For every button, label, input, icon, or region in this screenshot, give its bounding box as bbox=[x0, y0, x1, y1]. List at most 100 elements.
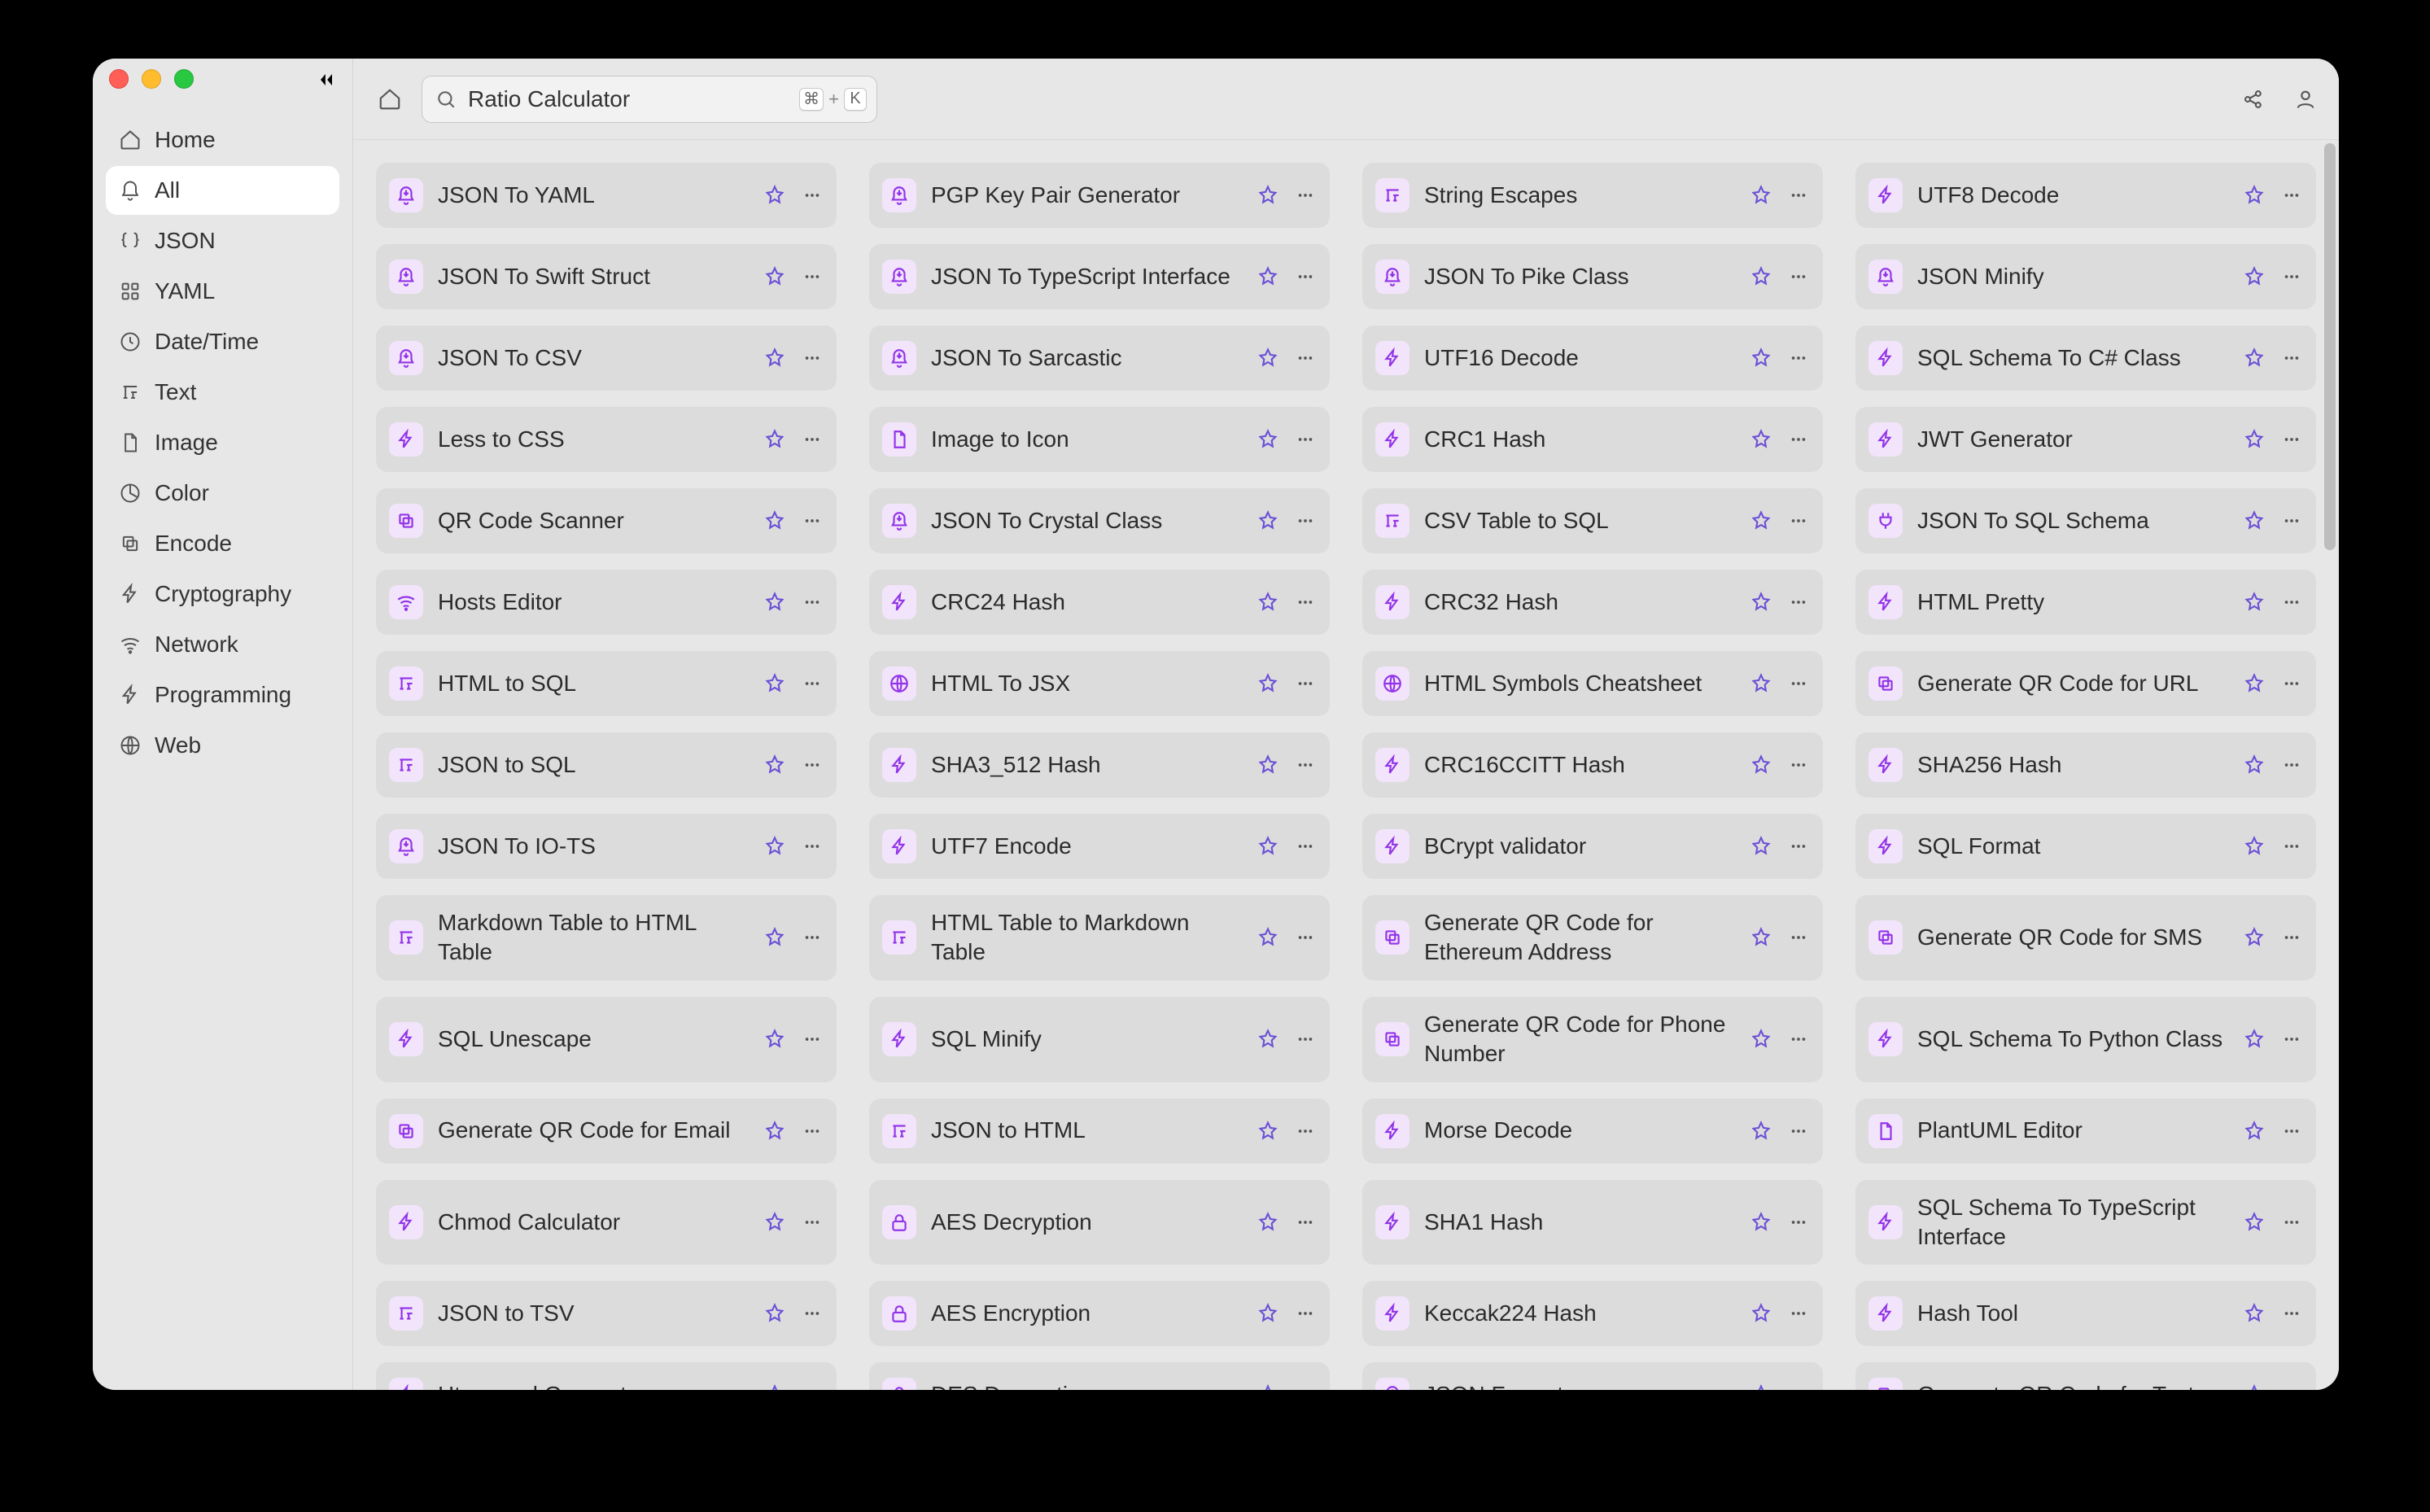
favorite-button[interactable] bbox=[1257, 1302, 1279, 1325]
tool-card[interactable]: HTML to SQL bbox=[376, 651, 837, 716]
close-window-button[interactable] bbox=[109, 69, 129, 89]
favorite-button[interactable] bbox=[763, 835, 786, 858]
tool-card[interactable]: JSON Format bbox=[1362, 1362, 1823, 1390]
favorite-button[interactable] bbox=[1750, 1120, 1772, 1143]
more-button[interactable] bbox=[1294, 835, 1317, 858]
sidebar-item-encode[interactable]: Encode bbox=[106, 519, 339, 568]
tool-card[interactable]: SHA3_512 Hash bbox=[869, 732, 1330, 798]
tool-card[interactable]: JSON to HTML bbox=[869, 1099, 1330, 1164]
favorite-button[interactable] bbox=[1750, 1302, 1772, 1325]
favorite-button[interactable] bbox=[2243, 1383, 2266, 1390]
tool-card[interactable]: Generate QR Code for Ethereum Address bbox=[1362, 895, 1823, 981]
more-button[interactable] bbox=[1294, 428, 1317, 451]
sidebar-item-cryptography[interactable]: Cryptography bbox=[106, 570, 339, 618]
more-button[interactable] bbox=[1294, 1120, 1317, 1143]
more-button[interactable] bbox=[801, 428, 824, 451]
more-button[interactable] bbox=[1787, 672, 1810, 695]
tool-card[interactable]: JSON To SQL Schema bbox=[1855, 488, 2316, 553]
more-button[interactable] bbox=[1294, 184, 1317, 207]
tool-card[interactable]: SHA256 Hash bbox=[1855, 732, 2316, 798]
tool-card[interactable]: CSV Table to SQL bbox=[1362, 488, 1823, 553]
favorite-button[interactable] bbox=[2243, 591, 2266, 614]
tool-card[interactable]: Generate QR Code for SMS bbox=[1855, 895, 2316, 981]
tool-card[interactable]: JSON To CSV bbox=[376, 326, 837, 391]
favorite-button[interactable] bbox=[1750, 926, 1772, 949]
search-box[interactable]: ⌘ + K bbox=[422, 76, 877, 123]
more-button[interactable] bbox=[1294, 347, 1317, 369]
tool-card[interactable]: SQL Unescape bbox=[376, 997, 837, 1082]
tool-card[interactable]: AES Decryption bbox=[869, 1180, 1330, 1265]
more-button[interactable] bbox=[1787, 591, 1810, 614]
more-button[interactable] bbox=[1787, 1211, 1810, 1234]
favorite-button[interactable] bbox=[763, 672, 786, 695]
tool-card[interactable]: SQL Schema To Python Class bbox=[1855, 997, 2316, 1082]
favorite-button[interactable] bbox=[763, 184, 786, 207]
tool-card[interactable]: HTML To JSX bbox=[869, 651, 1330, 716]
more-button[interactable] bbox=[1787, 265, 1810, 288]
tool-card[interactable]: Markdown Table to HTML Table bbox=[376, 895, 837, 981]
favorite-button[interactable] bbox=[763, 1211, 786, 1234]
tool-card[interactable]: SQL Format bbox=[1855, 814, 2316, 879]
more-button[interactable] bbox=[1787, 754, 1810, 776]
tool-card[interactable]: AES Encryption bbox=[869, 1281, 1330, 1346]
favorite-button[interactable] bbox=[2243, 347, 2266, 369]
favorite-button[interactable] bbox=[763, 591, 786, 614]
favorite-button[interactable] bbox=[1750, 1383, 1772, 1390]
favorite-button[interactable] bbox=[1257, 1028, 1279, 1051]
favorite-button[interactable] bbox=[2243, 428, 2266, 451]
tool-card[interactable]: JSON To IO-TS bbox=[376, 814, 837, 879]
favorite-button[interactable] bbox=[1257, 509, 1279, 532]
favorite-button[interactable] bbox=[2243, 265, 2266, 288]
tool-card[interactable]: PGP Key Pair Generator bbox=[869, 163, 1330, 228]
favorite-button[interactable] bbox=[1257, 835, 1279, 858]
more-button[interactable] bbox=[801, 835, 824, 858]
more-button[interactable] bbox=[1294, 1383, 1317, 1390]
more-button[interactable] bbox=[801, 509, 824, 532]
tool-card[interactable]: SQL Schema To TypeScript Interface bbox=[1855, 1180, 2316, 1265]
more-button[interactable] bbox=[2280, 835, 2303, 858]
tool-card[interactable]: JSON Minify bbox=[1855, 244, 2316, 309]
tool-card[interactable]: Generate QR Code for Text bbox=[1855, 1362, 2316, 1390]
favorite-button[interactable] bbox=[1257, 1383, 1279, 1390]
search-input[interactable] bbox=[468, 86, 788, 112]
favorite-button[interactable] bbox=[2243, 184, 2266, 207]
tool-card[interactable]: JWT Generator bbox=[1855, 407, 2316, 472]
sidebar-item-color[interactable]: Color bbox=[106, 469, 339, 518]
more-button[interactable] bbox=[2280, 1383, 2303, 1390]
more-button[interactable] bbox=[1294, 591, 1317, 614]
favorite-button[interactable] bbox=[763, 265, 786, 288]
tool-card[interactable]: Generate QR Code for Email bbox=[376, 1099, 837, 1164]
more-button[interactable] bbox=[2280, 184, 2303, 207]
tool-card[interactable]: BCrypt validator bbox=[1362, 814, 1823, 879]
more-button[interactable] bbox=[1787, 1302, 1810, 1325]
more-button[interactable] bbox=[2280, 1028, 2303, 1051]
tool-card[interactable]: JSON To Crystal Class bbox=[869, 488, 1330, 553]
tool-card[interactable]: Image to Icon bbox=[869, 407, 1330, 472]
favorite-button[interactable] bbox=[1257, 1211, 1279, 1234]
more-button[interactable] bbox=[801, 672, 824, 695]
tool-card[interactable]: String Escapes bbox=[1362, 163, 1823, 228]
favorite-button[interactable] bbox=[1750, 184, 1772, 207]
favorite-button[interactable] bbox=[2243, 672, 2266, 695]
favorite-button[interactable] bbox=[2243, 835, 2266, 858]
sidebar-item-text[interactable]: Text bbox=[106, 368, 339, 417]
favorite-button[interactable] bbox=[763, 347, 786, 369]
more-button[interactable] bbox=[1787, 1120, 1810, 1143]
tool-card[interactable]: JSON To Sarcastic bbox=[869, 326, 1330, 391]
more-button[interactable] bbox=[2280, 428, 2303, 451]
tool-card[interactable]: Hosts Editor bbox=[376, 570, 837, 635]
sidebar-item-programming[interactable]: Programming bbox=[106, 671, 339, 719]
more-button[interactable] bbox=[2280, 509, 2303, 532]
favorite-button[interactable] bbox=[1750, 347, 1772, 369]
more-button[interactable] bbox=[1294, 1211, 1317, 1234]
tool-card[interactable]: JSON To Pike Class bbox=[1362, 244, 1823, 309]
more-button[interactable] bbox=[1294, 509, 1317, 532]
favorite-button[interactable] bbox=[763, 1120, 786, 1143]
minimize-window-button[interactable] bbox=[142, 69, 161, 89]
more-button[interactable] bbox=[801, 347, 824, 369]
sidebar-item-home[interactable]: Home bbox=[106, 116, 339, 164]
more-button[interactable] bbox=[2280, 265, 2303, 288]
share-button[interactable] bbox=[2241, 87, 2266, 111]
more-button[interactable] bbox=[1787, 347, 1810, 369]
favorite-button[interactable] bbox=[763, 509, 786, 532]
